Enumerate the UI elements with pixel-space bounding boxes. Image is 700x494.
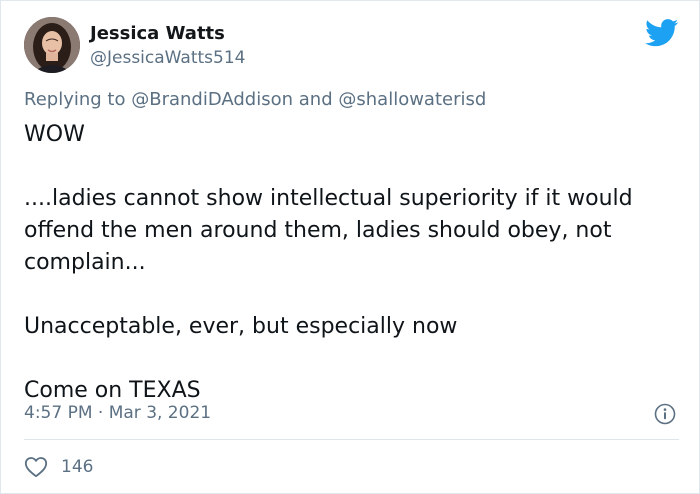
tweet-text: WOW ....ladies cannot show intellectual … (24, 119, 664, 407)
tweet-line: ....ladies cannot show intellectual supe… (24, 186, 633, 275)
replying-to: Replying to @BrandiDAddison and @shallow… (24, 88, 486, 112)
mention-link[interactable]: @shallowaterisd (338, 89, 486, 110)
like-count[interactable]: 146 (61, 456, 93, 478)
author-name[interactable]: Jessica Watts (90, 23, 225, 45)
tweet-line: Unacceptable, ever, but especially now (24, 314, 458, 339)
info-icon[interactable] (654, 403, 676, 425)
author-handle[interactable]: @JessicaWatts514 (90, 47, 245, 69)
replying-conjunction: and (298, 89, 333, 110)
heart-icon[interactable] (24, 456, 48, 478)
avatar[interactable] (24, 17, 80, 73)
twitter-bird-icon[interactable] (645, 19, 679, 47)
tweet-line: WOW (24, 122, 85, 147)
avatar-image (24, 17, 80, 73)
divider (24, 439, 679, 440)
mention-link[interactable]: @BrandiDAddison (131, 89, 293, 110)
tweet-timestamp[interactable]: 4:57 PM · Mar 3, 2021 (24, 402, 211, 424)
tweet-card: Jessica Watts @JessicaWatts514 Replying … (0, 0, 700, 494)
replying-prefix: Replying to (24, 89, 126, 110)
